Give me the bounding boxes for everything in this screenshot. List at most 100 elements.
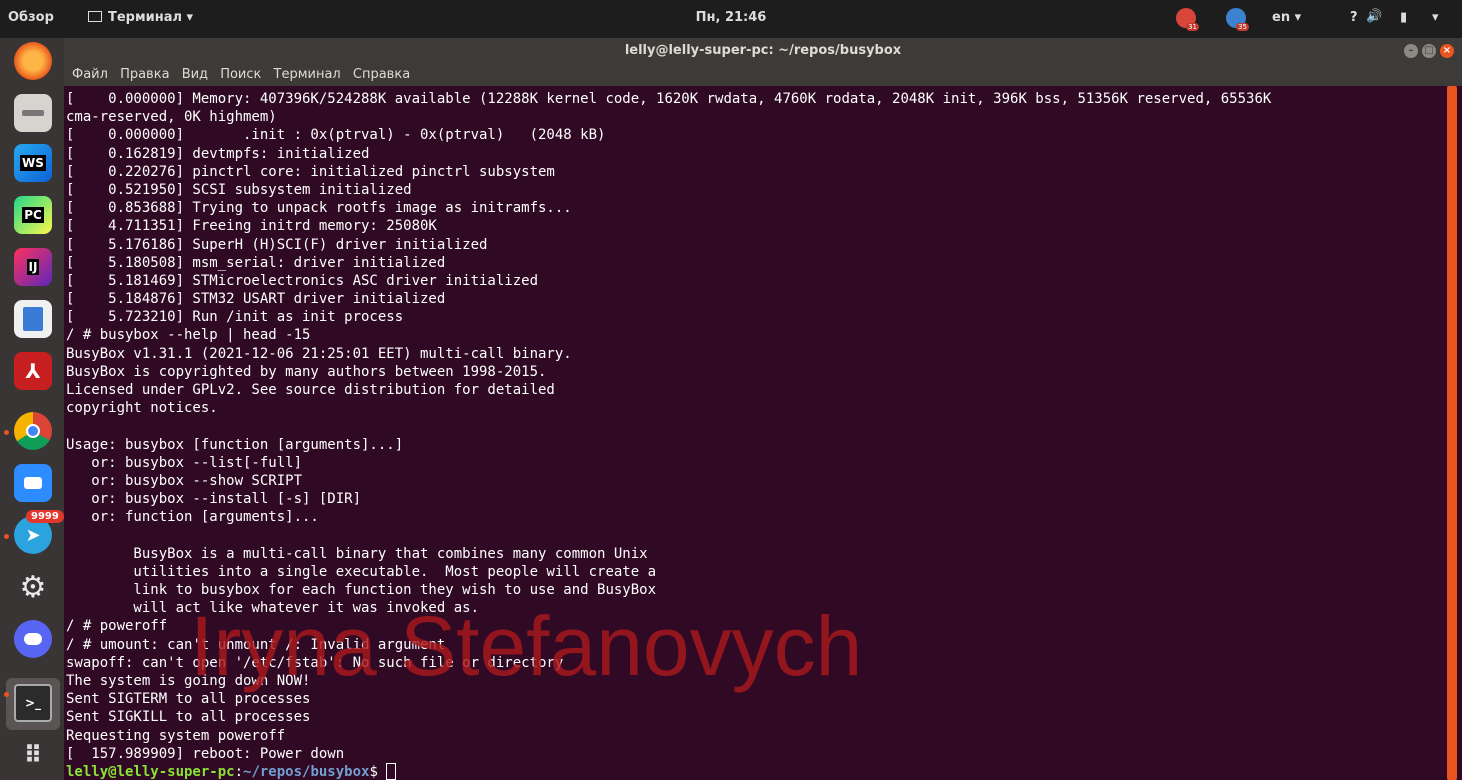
terminal-line: cma-reserved, 0K highmem)	[66, 109, 277, 126]
firefox-icon[interactable]	[14, 42, 52, 80]
terminal-glyph: >_	[24, 696, 42, 710]
dock: WS PC IJ ⅄ ➤ 9999 ⚙ >_ ⠿	[0, 38, 64, 780]
terminal-line: swapoff: can't open '/etc/fstab': No suc…	[66, 654, 564, 671]
activities-button[interactable]: Обзор	[8, 10, 54, 25]
terminal-line: utilities into a single executable. Most…	[66, 563, 657, 580]
telegram-unread-badge: 9999	[26, 510, 64, 523]
terminal-line: [ 5.723210] Run /init as init process	[66, 309, 404, 326]
terminal-line: BusyBox is copyrighted by many authors b…	[66, 363, 547, 380]
webstorm-label: WS	[20, 155, 46, 171]
terminal-line: Sent SIGTERM to all processes	[66, 691, 311, 708]
terminal-window: lelly@lelly-super-pc: ~/repos/busybox – …	[64, 38, 1462, 780]
terminal-line: BusyBox v1.31.1 (2021-12-06 21:25:01 EET…	[66, 345, 572, 362]
minimize-button[interactable]: –	[1404, 44, 1418, 58]
drawer-icon	[22, 110, 44, 116]
discord-controller-icon	[24, 633, 42, 645]
terminal-line: [ 5.181469] STMicroelectronics ASC drive…	[66, 272, 539, 289]
close-button[interactable]: ×	[1440, 44, 1454, 58]
terminal-line: Requesting system poweroff	[66, 727, 286, 744]
pycharm-label: PC	[22, 207, 44, 223]
shell-prompt[interactable]: lelly@lelly-super-pc:~/repos/busybox$	[66, 762, 1442, 780]
paper-plane-icon: ➤	[25, 524, 41, 546]
terminal-dock-icon[interactable]: >_	[14, 684, 52, 722]
terminal-line: will act like whatever it was invoked as…	[66, 600, 480, 617]
app-menu-label: Терминал ▾	[108, 10, 194, 25]
menu-help[interactable]: Справка	[353, 64, 410, 86]
scrollbar[interactable]	[1442, 86, 1462, 780]
terminal-line: [ 0.000000] .init : 0x(ptrval) - 0x(ptrv…	[66, 127, 606, 144]
running-indicator	[4, 534, 9, 539]
running-indicator	[4, 430, 9, 435]
chrome-center-icon	[26, 424, 40, 438]
terminal-output[interactable]: [ 0.000000] Memory: 407396K/524288K avai…	[64, 86, 1442, 780]
terminal-line: [ 5.184876] STM32 USART driver initializ…	[66, 291, 446, 308]
prompt-suffix: $	[369, 763, 387, 780]
files-icon[interactable]	[14, 94, 52, 132]
terminal-line: link to busybox for each function they w…	[66, 582, 657, 599]
terminal-line: [ 0.521950] SCSI subsystem initialized	[66, 181, 412, 198]
window-titlebar[interactable]: lelly@lelly-super-pc: ~/repos/busybox – …	[64, 38, 1462, 64]
terminal-line: [ 0.853688] Trying to unpack rootfs imag…	[66, 200, 572, 217]
system-menu-icon[interactable]: ▾	[1432, 10, 1439, 25]
maximize-button[interactable]: □	[1422, 44, 1436, 58]
terminal-line: BusyBox is a multi-call binary that comb…	[66, 545, 648, 562]
terminal-small-icon	[88, 11, 102, 22]
text-cursor	[386, 762, 397, 780]
messenger-notify-count: 35	[1236, 23, 1249, 31]
terminal-line: [ 5.176186] SuperH (H)SCI(F) driver init…	[66, 236, 488, 253]
intellij-label: IJ	[26, 259, 40, 275]
messenger-notify-icon[interactable]: 35	[1226, 8, 1249, 31]
zoom-icon[interactable]	[14, 464, 52, 502]
pycharm-icon[interactable]: PC	[14, 196, 52, 234]
prompt-user: lelly@lelly-super-pc	[66, 763, 235, 780]
top-bar: Обзор Терминал ▾ Пн, 21:46 31 35 en ▾ ? …	[0, 0, 1462, 38]
menu-terminal[interactable]: Терминал	[274, 64, 341, 86]
keyboard-layout[interactable]: en ▾	[1272, 10, 1301, 25]
scrollbar-thumb[interactable]	[1447, 86, 1457, 780]
terminal-line: [ 0.162819] devtmpfs: initialized	[66, 145, 370, 162]
terminal-line: Sent SIGKILL to all processes	[66, 709, 311, 726]
intellij-icon[interactable]: IJ	[14, 248, 52, 286]
terminal-line: or: busybox --install [-s] [DIR]	[66, 491, 362, 508]
running-indicator	[4, 692, 9, 697]
prompt-separator: :	[234, 763, 244, 780]
window-title: lelly@lelly-super-pc: ~/repos/busybox	[624, 43, 902, 58]
writer-icon[interactable]	[14, 300, 52, 338]
terminal-line: or: busybox --list[-full]	[66, 454, 303, 471]
menu-edit[interactable]: Правка	[120, 64, 169, 86]
menu-search[interactable]: Поиск	[220, 64, 261, 86]
terminal-line: [ 4.711351] Freeing initrd memory: 25080…	[66, 218, 437, 235]
battery-icon[interactable]: ▮	[1400, 10, 1407, 25]
webstorm-icon[interactable]: WS	[14, 144, 52, 182]
terminal-line: [ 0.220276] pinctrl core: initialized pi…	[66, 163, 555, 180]
terminal-line: / # poweroff	[66, 618, 168, 635]
menu-file[interactable]: Файл	[72, 64, 108, 86]
terminal-line: / # umount: can't unmount /: Invalid arg…	[66, 636, 446, 653]
terminal-line: [ 0.000000] Memory: 407396K/524288K avai…	[66, 91, 1272, 107]
acrobat-icon: ⅄	[25, 359, 41, 383]
terminal-line: [ 5.180508] msm_serial: driver initializ…	[66, 254, 446, 271]
calendar-notify-icon[interactable]: 31	[1176, 8, 1199, 31]
menu-bar: Файл Правка Вид Поиск Терминал Справка	[64, 64, 1462, 86]
calendar-notify-count: 31	[1186, 23, 1199, 31]
terminal-line: [ 157.989909] reboot: Power down	[66, 745, 345, 762]
terminal-line: or: busybox --show SCRIPT	[66, 472, 303, 489]
menu-view[interactable]: Вид	[182, 64, 208, 86]
camera-icon	[24, 477, 42, 489]
prompt-path: ~/repos/busybox	[243, 763, 370, 780]
sound-icon[interactable]: 🔊	[1366, 9, 1382, 24]
terminal-line: The system is going down NOW!	[66, 673, 311, 689]
pdf-reader-icon[interactable]: ⅄	[14, 352, 52, 390]
terminal-line: Licensed under GPLv2. See source distrib…	[66, 382, 555, 398]
chrome-icon[interactable]	[14, 412, 52, 450]
clock[interactable]: Пн, 21:46	[696, 10, 767, 25]
help-icon[interactable]: ?	[1350, 10, 1358, 25]
show-apps-grid-icon[interactable]: ⠿	[14, 736, 52, 774]
terminal-line: / # busybox --help | head -15	[66, 327, 311, 344]
discord-icon[interactable]	[14, 620, 52, 658]
settings-gear-icon[interactable]: ⚙	[14, 568, 52, 606]
terminal-line: Usage: busybox [function [arguments]...]	[66, 436, 404, 453]
terminal-app-menu[interactable]: Терминал ▾	[88, 10, 193, 25]
